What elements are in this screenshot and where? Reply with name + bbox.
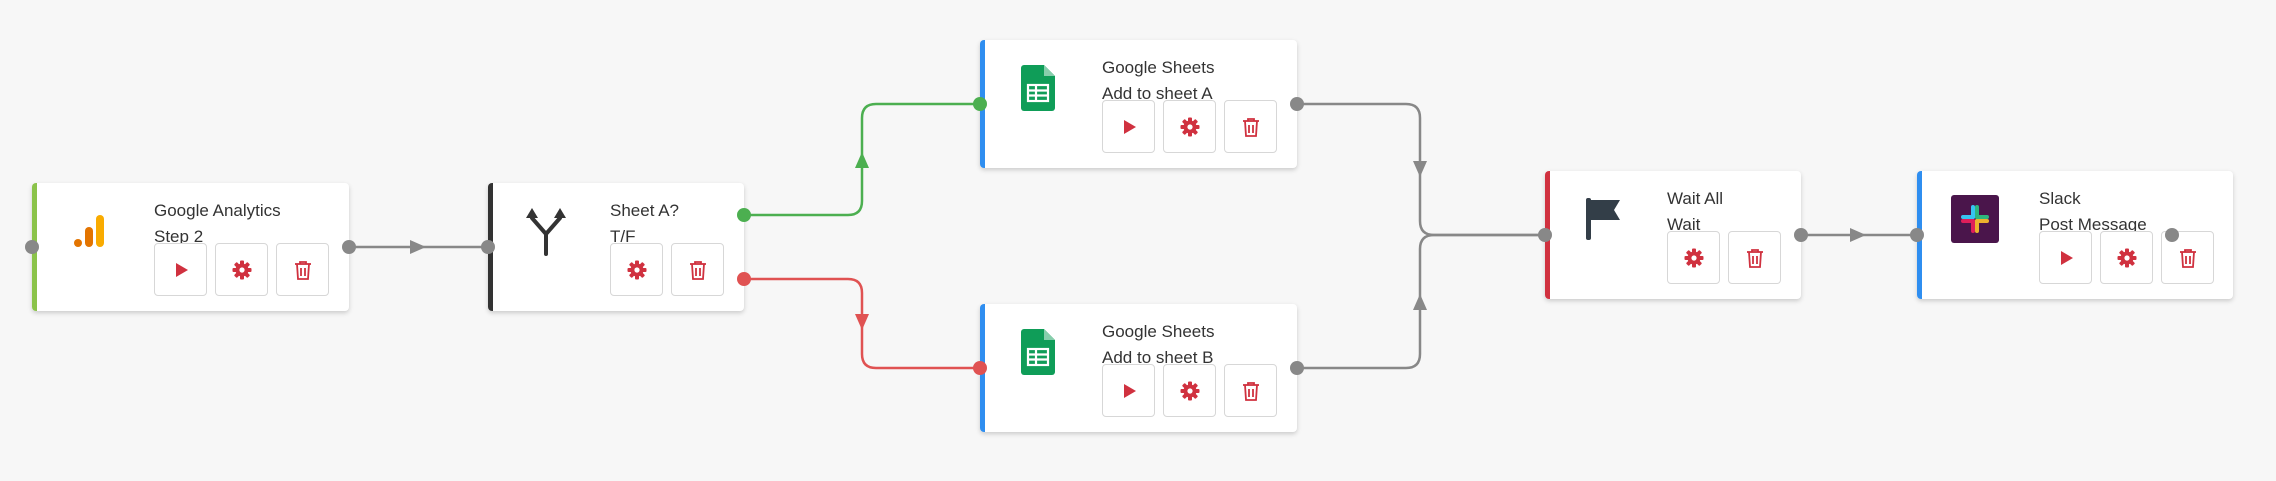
arrow-condition-sheets-a	[855, 152, 869, 168]
gear-icon	[1180, 381, 1200, 401]
node-sheets-a[interactable]: Google Sheets Add to sheet A	[980, 40, 1297, 168]
node-actions	[154, 243, 329, 296]
play-icon	[1120, 118, 1138, 136]
input-port[interactable]	[481, 240, 495, 254]
branch-icon	[518, 203, 574, 259]
trash-icon	[1242, 117, 1260, 137]
input-port[interactable]	[1910, 228, 1924, 242]
arrow-sheets-b-wait	[1413, 294, 1427, 310]
output-port[interactable]	[1290, 97, 1304, 111]
gear-icon	[627, 260, 647, 280]
play-icon	[2057, 249, 2075, 267]
trash-icon	[294, 260, 312, 280]
workflow-canvas: Google Analytics Step 2 Sheet A? T/F Google …	[0, 0, 2276, 481]
play-icon	[172, 261, 190, 279]
run-button[interactable]	[1102, 364, 1155, 417]
input-port[interactable]	[25, 240, 39, 254]
node-actions	[1102, 100, 1277, 153]
node-title: Sheet A?	[610, 201, 680, 220]
node-actions	[2039, 231, 2214, 284]
output-port[interactable]	[2165, 228, 2179, 242]
delete-button[interactable]	[1224, 100, 1277, 153]
node-title: Google Analytics	[154, 201, 281, 220]
trash-icon	[1746, 248, 1764, 268]
output-port[interactable]	[1794, 228, 1808, 242]
node-actions	[1667, 231, 1781, 284]
gear-icon	[232, 260, 252, 280]
node-title: Google Sheets	[1102, 58, 1215, 77]
input-port[interactable]	[973, 361, 987, 375]
trash-icon	[2179, 248, 2197, 268]
run-button[interactable]	[154, 243, 207, 296]
run-button[interactable]	[2039, 231, 2092, 284]
delete-button[interactable]	[276, 243, 329, 296]
node-title: Wait All	[1667, 189, 1724, 208]
node-wait[interactable]: Wait All Wait	[1545, 171, 1801, 299]
node-title: Google Sheets	[1102, 322, 1215, 341]
gear-icon	[1684, 248, 1704, 268]
node-actions	[1102, 364, 1277, 417]
node-analytics[interactable]: Google Analytics Step 2	[32, 183, 349, 311]
delete-button[interactable]	[1224, 364, 1277, 417]
arrow-analytics-condition	[410, 240, 426, 254]
arrow-condition-sheets-b	[855, 314, 869, 330]
google-analytics-icon	[62, 203, 118, 259]
settings-button[interactable]	[1163, 364, 1216, 417]
true-output-port[interactable]	[737, 208, 751, 222]
settings-button[interactable]	[215, 243, 268, 296]
trash-icon	[1242, 381, 1260, 401]
input-port[interactable]	[973, 97, 987, 111]
output-port[interactable]	[1290, 361, 1304, 375]
play-icon	[1120, 382, 1138, 400]
node-slack[interactable]: Slack Post Message	[1917, 171, 2233, 299]
node-title: Slack	[2039, 189, 2081, 208]
node-actions	[610, 243, 724, 296]
slack-icon	[1947, 191, 2003, 247]
node-sheets-b[interactable]: Google Sheets Add to sheet B	[980, 304, 1297, 432]
settings-button[interactable]	[610, 243, 663, 296]
gear-icon	[1180, 117, 1200, 137]
delete-button[interactable]	[671, 243, 724, 296]
settings-button[interactable]	[1667, 231, 1720, 284]
arrow-wait-slack	[1850, 228, 1866, 242]
trash-icon	[689, 260, 707, 280]
google-sheets-icon	[1010, 60, 1066, 116]
input-port[interactable]	[1538, 228, 1552, 242]
settings-button[interactable]	[2100, 231, 2153, 284]
google-sheets-icon	[1010, 324, 1066, 380]
node-condition[interactable]: Sheet A? T/F	[488, 183, 744, 311]
delete-button[interactable]	[1728, 231, 1781, 284]
false-output-port[interactable]	[737, 272, 751, 286]
output-port[interactable]	[342, 240, 356, 254]
gear-icon	[2117, 248, 2137, 268]
settings-button[interactable]	[1163, 100, 1216, 153]
flag-icon	[1575, 191, 1631, 247]
run-button[interactable]	[1102, 100, 1155, 153]
arrow-sheets-a-wait	[1413, 161, 1427, 177]
